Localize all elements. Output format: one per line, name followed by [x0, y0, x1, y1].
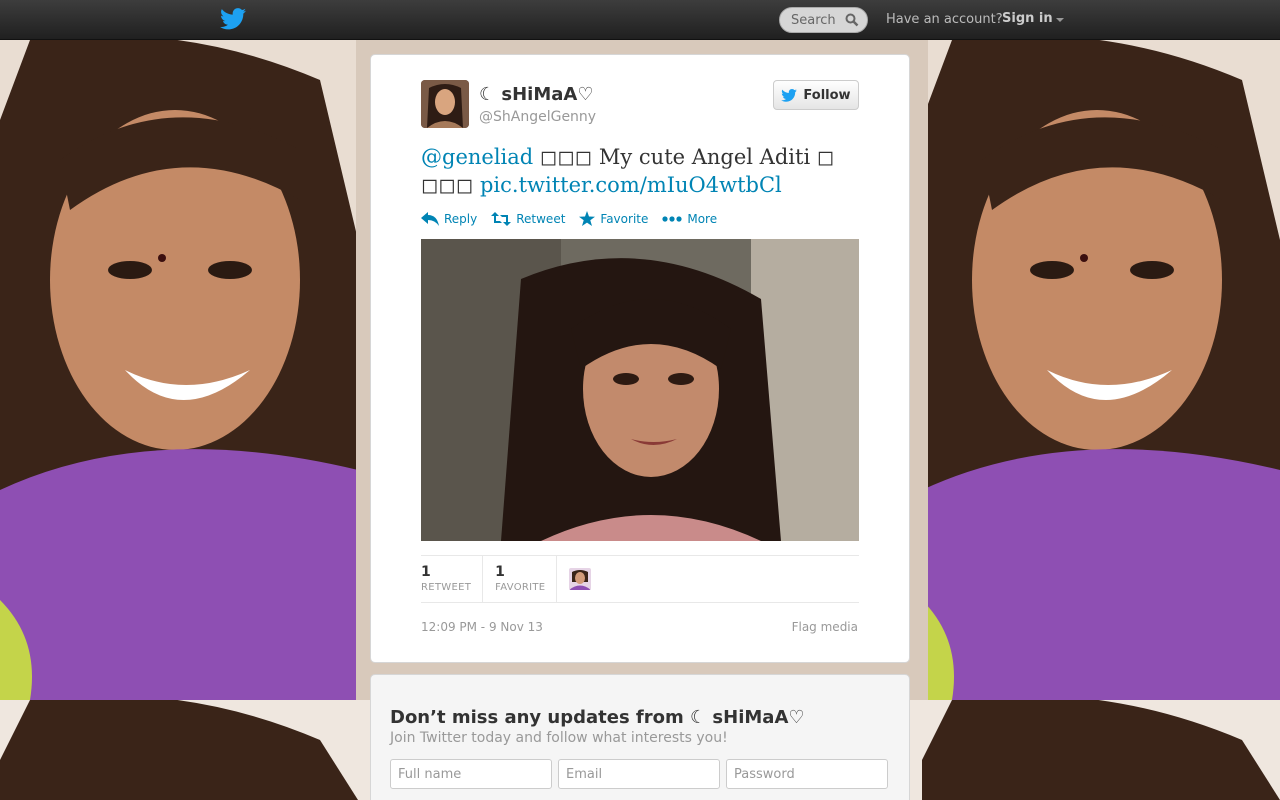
retweet-button[interactable]: Retweet	[491, 211, 565, 226]
favoriter-avatar[interactable]	[569, 568, 592, 590]
stat-number: 1	[495, 564, 505, 580]
twitter-bird-icon[interactable]	[220, 8, 246, 30]
user-handle[interactable]: @ShAngelGenny	[479, 109, 596, 125]
signup-subheading: Join Twitter today and follow what inter…	[390, 730, 728, 746]
search-box	[779, 7, 868, 33]
tweet-timestamp[interactable]: 12:09 PM - 9 Nov 13	[421, 620, 543, 634]
follow-button[interactable]: Follow	[773, 80, 859, 110]
follow-label: Follow	[803, 87, 851, 103]
search-icon[interactable]	[845, 13, 859, 27]
top-navigation-bar: Have an account? Sign in	[0, 0, 1280, 40]
favorite-star-icon	[579, 211, 596, 226]
favorite-count[interactable]: 1 FAVORITE	[495, 556, 558, 602]
tweet-stats: 1 RETWEET 1 FAVORITE	[421, 555, 859, 603]
stat-label: FAVORITE	[495, 582, 546, 593]
chevron-down-icon	[1055, 17, 1064, 22]
display-name[interactable]: ☾ sHiMaA♡	[479, 84, 593, 105]
retweet-icon	[491, 211, 512, 226]
reply-label: Reply	[444, 211, 478, 226]
favorite-label: Favorite	[600, 211, 649, 226]
tweet-photo[interactable]	[421, 239, 859, 541]
media-link[interactable]: pic.twitter.com/mIuO4wtbCl	[480, 173, 782, 197]
sign-in-dropdown[interactable]: Sign in	[1002, 11, 1064, 26]
tweet-card: ☾ sHiMaA♡ @ShAngelGenny Follow @geneliad…	[370, 54, 910, 663]
flag-media-link[interactable]: Flag media	[792, 620, 858, 634]
avatar[interactable]	[421, 80, 469, 128]
background-tile	[0, 40, 358, 700]
have-account-text: Have an account?	[886, 12, 1003, 27]
email-field[interactable]	[558, 759, 720, 789]
signup-heading: Don’t miss any updates from ☾ sHiMaA♡	[390, 707, 805, 728]
more-dots-icon	[662, 215, 682, 222]
stat-label: RETWEET	[421, 582, 472, 593]
mention-link[interactable]: @geneliad	[421, 145, 533, 169]
more-label: More	[687, 211, 718, 226]
password-field[interactable]	[726, 759, 888, 789]
twitter-bird-icon	[781, 88, 798, 102]
tweet-text: @geneliad ◻◻◻ My cute Angel Aditi ◻ ◻◻◻ …	[421, 143, 861, 199]
reply-icon	[421, 211, 439, 226]
stat-number: 1	[421, 564, 431, 580]
retweet-label: Retweet	[516, 211, 566, 226]
retweet-count[interactable]: 1 RETWEET	[421, 556, 484, 602]
full-name-field[interactable]	[390, 759, 552, 789]
reply-button[interactable]: Reply	[421, 211, 477, 226]
favorite-button[interactable]: Favorite	[579, 211, 648, 226]
tweet-actions: Reply Retweet Favorite More	[421, 211, 717, 226]
sign-in-label: Sign in	[1002, 11, 1053, 26]
more-button[interactable]: More	[662, 211, 717, 226]
search-input[interactable]	[791, 12, 853, 28]
background-tile	[922, 40, 1280, 700]
signup-card: Don’t miss any updates from ☾ sHiMaA♡ Jo…	[370, 674, 910, 800]
